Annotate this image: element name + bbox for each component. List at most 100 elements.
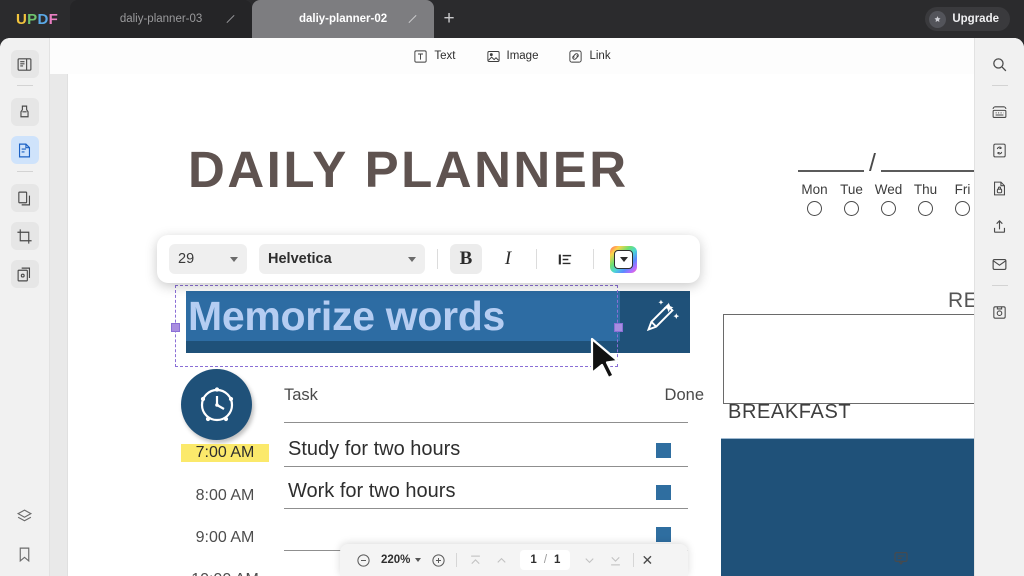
toolbar-link-button[interactable]: Link [568,49,611,64]
prev-page-icon [497,557,506,563]
tab-daliy-planner-02[interactable]: daliy-planner-02 [252,0,435,38]
next-page-button[interactable] [578,549,600,571]
arrow-cursor-icon [590,337,620,380]
chevron-down-icon [230,256,238,262]
chevron-down-icon [408,256,416,262]
sidebar-item-reader-view[interactable] [10,50,39,78]
new-tab-button[interactable]: + [434,0,464,38]
toolbar-text-label: Text [434,50,456,62]
updf-window: UPDF daliy-planner-03 daliy-planner-02 +… [0,0,1024,576]
weekday-circle[interactable] [844,201,859,216]
weekday-circle[interactable] [881,201,896,216]
task-text[interactable]: Study for two hours [288,438,460,461]
sidebar-item-bookmarks[interactable] [11,540,39,568]
last-page-button[interactable] [604,549,626,571]
sidebar-divider [16,171,33,172]
bold-button[interactable]: B [450,244,482,274]
toolbar-text-button[interactable]: Text [413,49,456,64]
page-copy-icon [18,191,31,205]
upgrade-button[interactable]: Upgrade [925,7,1010,31]
weekday-thu[interactable]: Thu [907,182,944,216]
remember-note-box[interactable] [723,314,974,404]
weekday-mon[interactable]: Mon [796,182,833,216]
sidebar-item-batch-process[interactable] [10,260,39,288]
weekday-tue[interactable]: Tue [833,182,870,216]
weekday-circle[interactable] [918,201,933,216]
color-picker-icon [614,249,633,269]
clock-icon [200,386,233,421]
pdf-page[interactable]: DAILY PLANNER / Mon Tue Wed Thu Fri RE B… [68,74,974,576]
close-zoom-toolbar-button[interactable]: ✕ [641,552,653,569]
task-done-checkbox[interactable] [656,485,671,500]
planner-title: DAILY PLANNER [188,141,629,198]
resize-handle-left[interactable] [171,323,180,332]
current-page-value[interactable]: 1 [530,554,536,566]
comment-button[interactable] [891,548,911,568]
task-row-rule [284,422,688,424]
task-text[interactable]: Work for two hours [288,480,455,503]
tab-edit-pencil-icon[interactable] [407,14,418,25]
sidebar-item-crop-page[interactable] [10,222,39,250]
weekday-wed[interactable]: Wed [870,182,907,216]
weekday-fri[interactable]: Fri [944,182,974,216]
crop-icon [17,228,32,244]
tab-daliy-planner-03[interactable]: daliy-planner-03 [70,0,253,38]
lock-doc-icon [994,181,1005,195]
task-table-header: Task Done [284,386,704,405]
weekday-label: Mon [801,182,828,197]
prev-page-button[interactable] [490,549,512,571]
sidebar-divider [16,85,33,86]
logo-letter-f: F [48,10,59,28]
logo-letter-d: D [37,10,49,28]
zoom-level-value[interactable]: 220% [381,554,410,566]
ai-pencil-sparkle-icon[interactable] [637,295,683,341]
weekday-circle[interactable] [955,201,970,216]
date-slash: / [869,148,876,177]
right-item-protect[interactable] [986,174,1014,202]
align-left-button[interactable] [549,244,581,274]
last-page-icon [611,556,620,565]
tab-edit-pencil-icon[interactable] [225,14,236,25]
sidebar-item-edit-pdf[interactable] [10,136,39,164]
tab-label: daliy-planner-02 [298,13,388,25]
sidebar-item-layers[interactable] [11,502,39,530]
document-canvas[interactable]: DAILY PLANNER / Mon Tue Wed Thu Fri RE B… [50,74,974,576]
weekday-selector: Mon Tue Wed Thu Fri [796,182,974,216]
weekday-label: Wed [874,182,903,197]
toolbar-image-button[interactable]: Image [486,49,538,64]
right-item-email[interactable] [986,250,1014,278]
breakfast-heading: BREAKFAST [728,401,852,423]
resize-handle-right[interactable] [614,323,623,332]
first-page-button[interactable] [464,549,486,571]
sidebar-item-organize-pages[interactable] [10,184,39,212]
text-color-picker[interactable] [610,245,637,273]
right-item-share[interactable] [986,212,1014,240]
italic-button[interactable]: I [492,244,524,274]
right-item-save-as[interactable] [986,298,1014,326]
bookmark-icon [19,547,30,562]
task-done-checkbox[interactable] [656,527,671,542]
task-time: 9:00 AM [195,529,255,546]
right-item-convert-pdf[interactable] [986,136,1014,164]
right-item-ocr[interactable] [986,98,1014,126]
page-indicator[interactable]: 1 / 1 [520,550,571,570]
task-done-checkbox[interactable] [656,443,671,458]
date-blank-left [798,158,864,172]
book-reader-icon [17,57,32,71]
chevron-down-icon[interactable] [415,558,422,562]
breakfast-note-box[interactable] [721,438,974,576]
task-row-rule [284,508,688,510]
upgrade-badge-icon [929,10,947,28]
task-time: 8:00 AM [195,487,255,504]
font-family-select[interactable]: Helvetica [259,244,425,274]
sidebar-item-annotate[interactable] [10,98,39,126]
toolbar-divider [633,553,635,567]
zoom-in-button[interactable] [427,549,449,571]
zoom-out-button[interactable] [352,549,374,571]
weekday-circle[interactable] [807,201,822,216]
font-size-select[interactable]: 29 [169,244,247,274]
toolbar-divider [456,553,458,567]
link-icon [569,49,583,63]
right-item-search[interactable] [986,50,1014,78]
upgrade-label: Upgrade [952,13,999,25]
